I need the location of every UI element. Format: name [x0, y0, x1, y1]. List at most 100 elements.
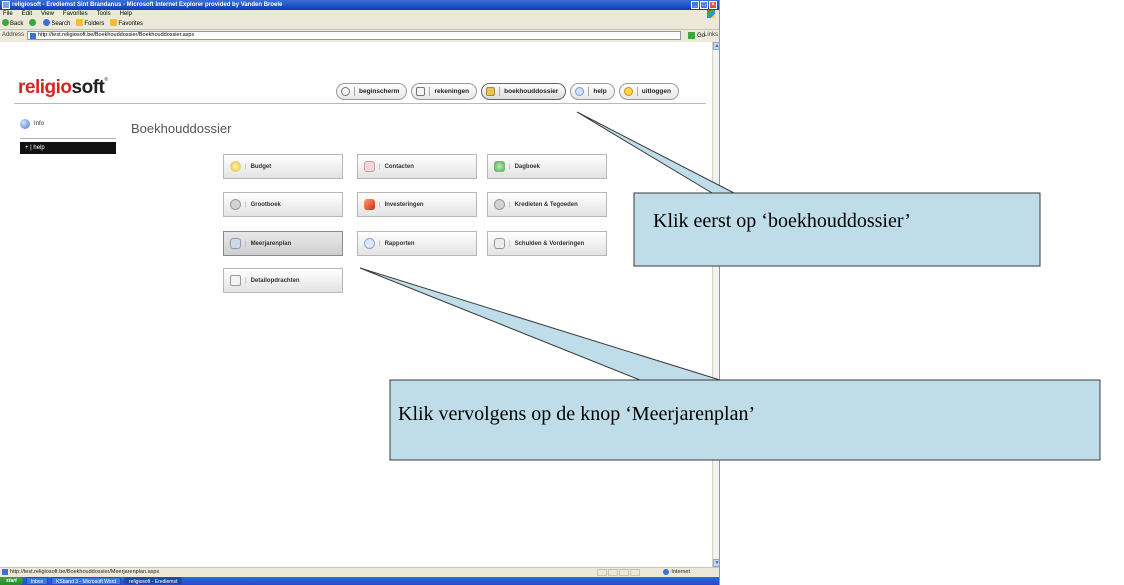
tile-separator: |: [245, 163, 247, 170]
globe-icon: [663, 568, 670, 575]
tile-separator: |: [379, 163, 381, 170]
taskbar-item-word[interactable]: KSband 3 - Microsoft Word: [51, 577, 122, 585]
nav-help-label: help: [593, 88, 607, 95]
tile-rapporten[interactable]: | Rapporten: [357, 231, 477, 256]
ie-app-icon: [2, 1, 10, 9]
menu-edit[interactable]: Edit: [22, 10, 32, 19]
minimize-button[interactable]: _: [691, 1, 699, 9]
logo-main: religio: [18, 77, 72, 98]
tile-separator: |: [245, 201, 247, 208]
grootboek-icon: [230, 199, 241, 210]
nav-uitloggen-label: uitloggen: [641, 88, 671, 95]
folders-button[interactable]: Folders: [76, 19, 104, 30]
tile-investeringen[interactable]: | Investeringen: [357, 192, 477, 217]
start-button[interactable]: start: [0, 577, 23, 585]
nav-beginscherm-button[interactable]: beginscherm: [336, 83, 408, 100]
tile-label: Rapporten: [384, 240, 415, 247]
tile-schulden[interactable]: | Schulden & Vorderingen: [487, 231, 607, 256]
nav-rekeningen-button[interactable]: rekeningen: [411, 83, 478, 100]
sidebar-info-label: Info: [34, 121, 45, 127]
tile-meerjarenplan[interactable]: | Meerjarenplan: [223, 231, 343, 256]
menu-file[interactable]: File: [3, 10, 13, 19]
tile-separator: |: [379, 240, 381, 247]
status-pane: [597, 569, 607, 576]
tile-detailopdrachten[interactable]: | Detailopdrachten: [223, 268, 343, 293]
address-input[interactable]: http://test.religiosoft.be/Boekhouddossi…: [27, 31, 681, 40]
nav-help-button[interactable]: help: [570, 83, 615, 100]
folder-icon: [486, 87, 496, 96]
callout-text-2: Klik vervolgens op de knop ‘Meerjarenpla…: [398, 403, 756, 425]
tile-separator: |: [509, 201, 511, 208]
meerjarenplan-icon: [230, 238, 241, 249]
forward-arrow-icon: [29, 19, 37, 27]
taskbar-item-ie[interactable]: religiosoft - Erediemst: [124, 577, 183, 585]
browser-viewport: religiosoft® beginscherm rekeningen boek…: [0, 42, 719, 567]
sidebar-divider: [20, 138, 116, 139]
tile-label: Meerjarenplan: [250, 240, 292, 247]
sidebar-info[interactable]: Info: [20, 118, 116, 130]
nav-uitloggen-button[interactable]: uitloggen: [618, 83, 679, 100]
address-label: Address: [2, 32, 25, 38]
logo-reg: ®: [104, 77, 108, 83]
forward-button[interactable]: [29, 19, 37, 30]
menu-tools[interactable]: Tools: [97, 10, 111, 19]
screenshot-stage: religiosoft - Erediemst Sint Brandanus -…: [0, 0, 1124, 585]
tile-dagboek[interactable]: | Dagboek: [487, 154, 607, 179]
budget-icon: [230, 161, 241, 172]
status-url: http://test.religiosoft.be/Boekhouddossi…: [10, 569, 160, 575]
back-button[interactable]: Back: [2, 19, 23, 30]
tile-budget[interactable]: | Budget: [223, 154, 343, 179]
taskbar-item-inbox[interactable]: Inbox: [25, 577, 49, 585]
tile-kredieten[interactable]: | Kredieten & Tegoeden: [487, 192, 607, 217]
tile-contacten[interactable]: | Contacten: [357, 154, 477, 179]
tile-label: Grootboek: [250, 201, 281, 208]
sidebar: Info + | help: [20, 118, 116, 154]
page-status-icon: [2, 569, 8, 575]
tile-separator: |: [379, 201, 381, 208]
back-arrow-icon: [2, 19, 9, 27]
browser-toolbar: Back Search Folders Favorites: [0, 19, 719, 30]
tile-separator: |: [245, 277, 247, 284]
maximize-button[interactable]: □: [700, 1, 708, 9]
window-title: religiosoft - Erediemst Sint Brandanus -…: [12, 2, 283, 8]
menu-view[interactable]: View: [41, 10, 54, 19]
nav-separator: [354, 87, 355, 96]
go-button[interactable]: Go: [688, 31, 705, 42]
search-label: Search: [51, 20, 71, 27]
nav-rekeningen-label: rekeningen: [434, 88, 470, 95]
windows-taskbar: start Inbox KSband 3 - Microsoft Word re…: [0, 577, 719, 585]
nav-beginscherm-label: beginscherm: [359, 88, 400, 95]
menu-help[interactable]: Help: [120, 10, 132, 19]
links-button[interactable]: Links: [704, 30, 718, 41]
list-icon: [416, 87, 426, 96]
vertical-scrollbar[interactable]: ▲ ▼: [712, 42, 719, 567]
favorites-button[interactable]: Favorites: [110, 19, 143, 30]
folders-label: Folders: [84, 20, 105, 27]
nav-boekhouddossier-button[interactable]: boekhouddossier: [481, 83, 567, 100]
scroll-down-icon[interactable]: ▼: [713, 559, 719, 567]
kredieten-icon: [494, 199, 505, 210]
detailopdrachten-icon: [230, 275, 241, 286]
rapporten-icon: [364, 238, 375, 249]
logout-icon: [623, 87, 633, 96]
favorites-label: Favorites: [118, 20, 144, 27]
tile-label: Budget: [250, 163, 272, 170]
tile-label: Investeringen: [384, 201, 424, 208]
window-controls: _ □ ×: [691, 1, 717, 9]
ie-window: religiosoft - Erediemst Sint Brandanus -…: [0, 0, 720, 585]
scroll-up-icon[interactable]: ▲: [713, 42, 719, 50]
page-title: Boekhouddossier: [131, 121, 232, 136]
sidebar-help-button[interactable]: + | help: [20, 142, 116, 154]
tile-label: Kredieten & Tegoeden: [514, 201, 578, 208]
menu-bar: File Edit View Favorites Tools Help: [0, 10, 719, 19]
help-icon: [575, 87, 585, 96]
window-titlebar: religiosoft - Erediemst Sint Brandanus -…: [0, 0, 719, 10]
close-button[interactable]: ×: [709, 1, 717, 9]
tile-separator: |: [509, 240, 511, 247]
tile-grootboek[interactable]: | Grootboek: [223, 192, 343, 217]
tile-separator: |: [509, 163, 511, 170]
search-button[interactable]: Search: [43, 19, 70, 30]
menu-favorites[interactable]: Favorites: [63, 10, 88, 19]
investeringen-icon: [364, 199, 375, 210]
callout-text-1: Klik eerst op ‘boekhouddossier’: [653, 210, 911, 232]
